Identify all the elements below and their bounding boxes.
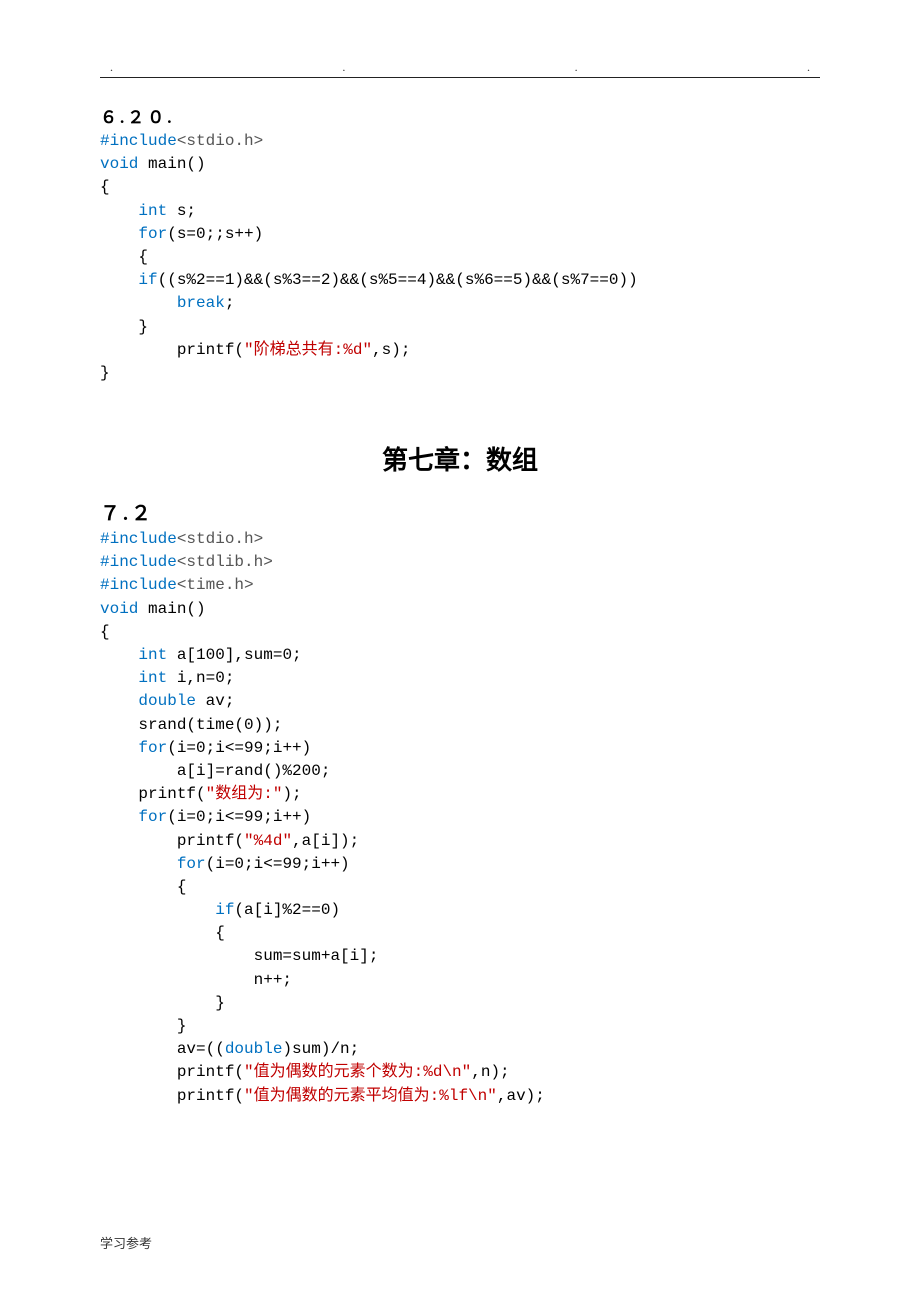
header-marker-row: . . . . — [100, 60, 820, 75]
code-token: for — [138, 808, 167, 826]
code-token: break — [177, 294, 225, 312]
code-token: i,n=0; — [167, 669, 234, 687]
code-token: void — [100, 600, 138, 618]
section-number-7-2: ７.２ — [100, 497, 820, 526]
code-token: n++; — [100, 971, 292, 989]
code-token: { — [100, 878, 186, 896]
code-token — [100, 202, 138, 220]
code-token: ,a[i]); — [292, 832, 359, 850]
code-token — [100, 225, 138, 243]
code-token: s; — [167, 202, 196, 220]
code-token: { — [100, 623, 110, 641]
code-token: <stdio.h> — [177, 530, 263, 548]
code-token: printf( — [100, 1063, 244, 1081]
code-token — [100, 271, 138, 289]
code-token: (i=0;i<=99;i++) — [206, 855, 350, 873]
code-token: ; — [225, 294, 235, 312]
code-token: double — [225, 1040, 283, 1058]
code-token — [100, 739, 138, 757]
code-token: int — [138, 646, 167, 664]
code-token — [100, 901, 215, 919]
code-token: "值为偶数的元素个数为:%d\n" — [244, 1063, 471, 1081]
code-token: ); — [282, 785, 301, 803]
header-dot: . — [575, 60, 578, 75]
code-token: for — [138, 739, 167, 757]
code-token: a[100],sum=0; — [167, 646, 301, 664]
code-token: "%4d" — [244, 832, 292, 850]
code-token: (i=0;i<=99;i++) — [167, 808, 311, 826]
code-token: (s=0;;s++) — [167, 225, 263, 243]
code-token: ((s%2==1)&&(s%3==2)&&(s%5==4)&&(s%6==5)&… — [158, 271, 638, 289]
code-token: for — [177, 855, 206, 873]
code-token: ,s); — [372, 341, 410, 359]
code-token: double — [138, 692, 196, 710]
code-token: #include — [100, 132, 177, 150]
code-block-6-20: #include<stdio.h> void main() { int s; f… — [100, 130, 820, 385]
code-token: av; — [196, 692, 234, 710]
code-token: sum=sum+a[i]; — [100, 947, 378, 965]
code-token: "阶梯总共有:%d" — [244, 341, 372, 359]
code-token: { — [100, 248, 148, 266]
code-token: )sum)/n; — [282, 1040, 359, 1058]
code-token: printf( — [100, 785, 206, 803]
code-token: #include — [100, 530, 177, 548]
code-token: ,n); — [471, 1063, 509, 1081]
code-token: #include — [100, 576, 177, 594]
code-token: } — [100, 994, 225, 1012]
code-token: void — [100, 155, 138, 173]
code-token: } — [100, 318, 148, 336]
code-token: { — [100, 924, 225, 942]
code-token: <stdio.h> — [177, 132, 263, 150]
document-page: . . . . ６.２０. #include<stdio.h> void mai… — [0, 0, 920, 1302]
code-token: srand(time(0)); — [100, 716, 282, 734]
header-rule — [100, 77, 820, 78]
code-token: } — [100, 364, 110, 382]
code-token: <stdlib.h> — [177, 553, 273, 571]
code-token: main() — [138, 600, 205, 618]
code-token — [100, 294, 177, 312]
code-token: (a[i]%2==0) — [234, 901, 340, 919]
code-token: if — [215, 901, 234, 919]
code-token: "值为偶数的元素平均值为:%lf\n" — [244, 1087, 497, 1105]
code-token — [100, 808, 138, 826]
code-block-7-2: #include<stdio.h> #include<stdlib.h> #in… — [100, 528, 820, 1108]
code-token — [100, 855, 177, 873]
code-token: printf( — [100, 832, 244, 850]
code-token: av=(( — [100, 1040, 225, 1058]
code-token: ,av); — [497, 1087, 545, 1105]
code-token: a[i]=rand()%200; — [100, 762, 330, 780]
code-token: } — [100, 1017, 186, 1035]
header-dot: . — [342, 60, 345, 75]
header-dot: . — [807, 60, 810, 75]
code-token: printf( — [100, 341, 244, 359]
code-token — [100, 646, 138, 664]
code-token: printf( — [100, 1087, 244, 1105]
code-token: (i=0;i<=99;i++) — [167, 739, 311, 757]
code-token: if — [138, 271, 157, 289]
code-token: int — [138, 669, 167, 687]
footer-text: 学习参考 — [100, 1233, 152, 1252]
code-token: main() — [138, 155, 205, 173]
section-number-6-20: ６.２０. — [100, 103, 820, 128]
chapter-title: 第七章：数组 — [100, 440, 820, 477]
code-token: int — [138, 202, 167, 220]
code-token: #include — [100, 553, 177, 571]
code-token: "数组为:" — [206, 785, 283, 803]
header-dot: . — [110, 60, 113, 75]
code-token: for — [138, 225, 167, 243]
code-token — [100, 692, 138, 710]
code-token — [100, 669, 138, 687]
code-token: { — [100, 178, 110, 196]
code-token: <time.h> — [177, 576, 254, 594]
